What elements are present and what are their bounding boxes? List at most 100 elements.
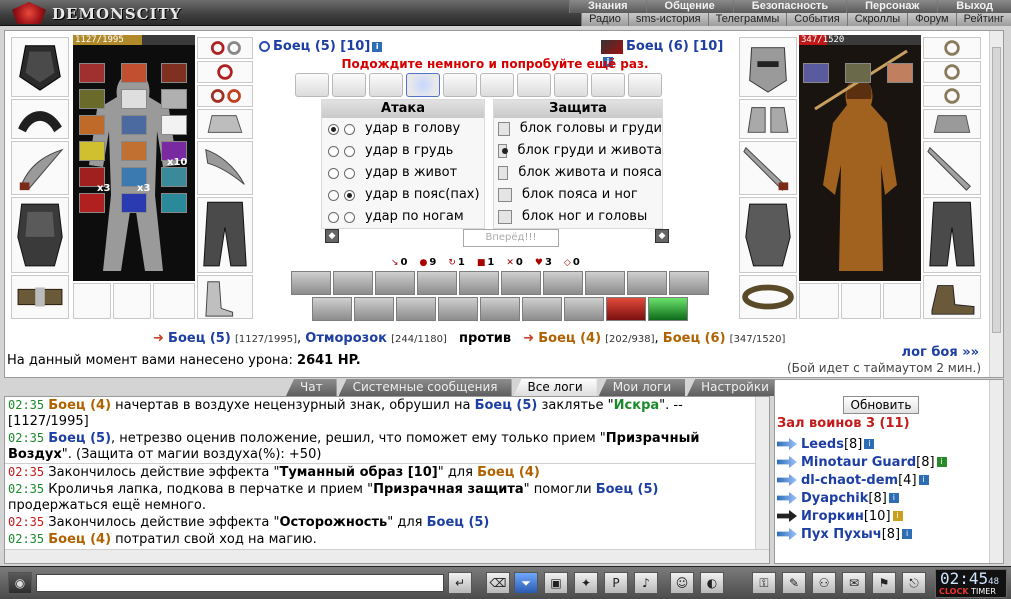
skill-slot[interactable] [522, 297, 562, 321]
log-name[interactable]: Боец (4) [48, 398, 111, 413]
attack-radio-2[interactable] [344, 211, 355, 223]
menu-security[interactable]: Безопасность [732, 0, 847, 13]
submenu-forum[interactable]: Форум [907, 13, 956, 26]
skill-slot[interactable] [543, 271, 583, 295]
weapon-right-slot[interactable] [197, 141, 253, 195]
weapon-right-slot[interactable] [923, 141, 981, 195]
battle-log-link[interactable]: лог боя »» [902, 345, 979, 360]
skill-slot[interactable] [627, 271, 667, 295]
attack-radio-2[interactable] [344, 189, 355, 201]
tab-chat[interactable]: Чат [286, 379, 337, 396]
submenu-events[interactable]: События [786, 13, 847, 26]
skill-slot-nature[interactable] [648, 297, 688, 321]
scroll-slot[interactable] [369, 73, 403, 97]
submenu-rating[interactable]: Рейтинг [955, 13, 1011, 26]
scroll-slot[interactable] [443, 73, 477, 97]
scroll-slot[interactable] [295, 73, 329, 97]
inventory-item[interactable] [79, 89, 105, 109]
skill-slot[interactable] [459, 271, 499, 295]
inventory-item[interactable] [161, 115, 187, 135]
inventory-item[interactable] [161, 167, 187, 187]
log-name[interactable]: Боец (5) [596, 482, 659, 497]
chat-horizontal-scrollbar[interactable] [5, 549, 769, 563]
player-item[interactable]: Minotaur Guard [8] i [777, 453, 947, 471]
info-icon[interactable]: i [864, 439, 875, 449]
skill-slot[interactable] [669, 271, 709, 295]
attack-radio[interactable] [328, 123, 339, 135]
info-icon[interactable]: i [936, 457, 947, 467]
defense-option[interactable]: блок груди и живота [494, 140, 662, 162]
gloves-slot[interactable] [197, 109, 253, 139]
skill-slot[interactable] [333, 271, 373, 295]
inventory-item[interactable] [161, 193, 187, 213]
inventory-item[interactable] [79, 141, 105, 161]
info-icon[interactable]: i [888, 493, 899, 503]
inventory-item[interactable] [845, 63, 871, 83]
scroll-thumb[interactable] [992, 47, 1001, 333]
empty-slot[interactable] [799, 283, 839, 319]
weapon-left-slot[interactable] [739, 141, 797, 195]
skill-slot[interactable] [438, 297, 478, 321]
gloves-slot[interactable] [739, 99, 797, 139]
strategy-left-button[interactable]: ◆ [325, 229, 339, 243]
scroll-slot[interactable] [628, 73, 662, 97]
flag-icon[interactable]: ⚑ [872, 572, 896, 594]
weapon-left-slot[interactable] [11, 141, 69, 195]
player-name[interactable]: Minotaur Guard [801, 455, 916, 470]
inventory-item[interactable] [121, 141, 147, 161]
scroll-slot[interactable] [332, 73, 366, 97]
chat-vertical-scrollbar[interactable] [755, 397, 769, 549]
send-icon[interactable]: ↵ [448, 572, 472, 594]
defense-option[interactable]: блок пояса и ног [494, 184, 662, 206]
boots-slot[interactable] [923, 275, 981, 319]
player-item[interactable]: Leeds [8] i [777, 435, 947, 453]
scroll-slot[interactable] [591, 73, 625, 97]
scroll-slot[interactable] [517, 73, 551, 97]
defense-radio[interactable] [498, 210, 512, 224]
tab-system-messages[interactable]: Системные сообщения [338, 379, 512, 396]
inventory-item[interactable] [887, 63, 913, 83]
attack-option-legs[interactable]: удар по ногам [322, 206, 484, 228]
skill-slot[interactable] [312, 297, 352, 321]
inventory-item[interactable] [121, 193, 147, 213]
defense-radio[interactable] [498, 166, 509, 180]
boots-slot[interactable] [197, 275, 253, 319]
tab-all-logs[interactable]: Все логи [513, 379, 597, 396]
helmet-slot[interactable] [11, 37, 69, 97]
ring-slot[interactable] [197, 37, 253, 59]
smiley-icon[interactable]: ☺ [670, 572, 694, 594]
log-name[interactable]: Боец (4) [477, 465, 540, 480]
left-fighter-portrait[interactable]: x10 x3 x3 [73, 45, 195, 281]
inventory-item[interactable] [121, 89, 147, 109]
bag-icon[interactable]: ✉ [842, 572, 866, 594]
skill-slot[interactable] [480, 297, 520, 321]
player-name[interactable]: Leeds [801, 437, 844, 452]
scroll-icon[interactable]: ✎ [782, 572, 806, 594]
info-icon[interactable]: i [892, 511, 903, 521]
attack-option-groin[interactable]: удар в пояс(пах) [322, 184, 484, 206]
group-icon[interactable]: ⚇ [812, 572, 836, 594]
battle-scrollbar[interactable] [989, 31, 1003, 377]
amulet-slot[interactable] [11, 99, 69, 139]
strategy-right-button[interactable]: ◆ [655, 229, 669, 243]
belt-slot[interactable] [11, 275, 69, 319]
submenu-radio[interactable]: Радио [581, 13, 628, 26]
attack-option-chest[interactable]: удар в грудь [322, 140, 484, 162]
participant-link[interactable]: Боец (5) [168, 331, 231, 346]
info-icon[interactable]: i [372, 41, 383, 52]
defense-radio[interactable] [498, 122, 510, 136]
skill-slot[interactable] [564, 297, 604, 321]
scroll-slot[interactable] [554, 73, 588, 97]
menu-communication[interactable]: Общение [645, 0, 733, 13]
attack-radio[interactable] [328, 167, 339, 179]
player-item[interactable]: Пух Пухыч [8] i [777, 525, 947, 543]
inventory-item[interactable] [803, 63, 829, 83]
refresh-button[interactable]: Обновить [843, 396, 919, 414]
log-name[interactable]: Боец (5) [475, 398, 538, 413]
submenu-scrolls[interactable]: Скроллы [846, 13, 908, 26]
skill-slot[interactable] [291, 271, 331, 295]
player-name[interactable]: Пух Пухыч [801, 527, 882, 542]
menu-character[interactable]: Персонаж [846, 0, 938, 13]
empty-slot[interactable] [883, 283, 921, 319]
armor-slot[interactable] [739, 197, 797, 273]
